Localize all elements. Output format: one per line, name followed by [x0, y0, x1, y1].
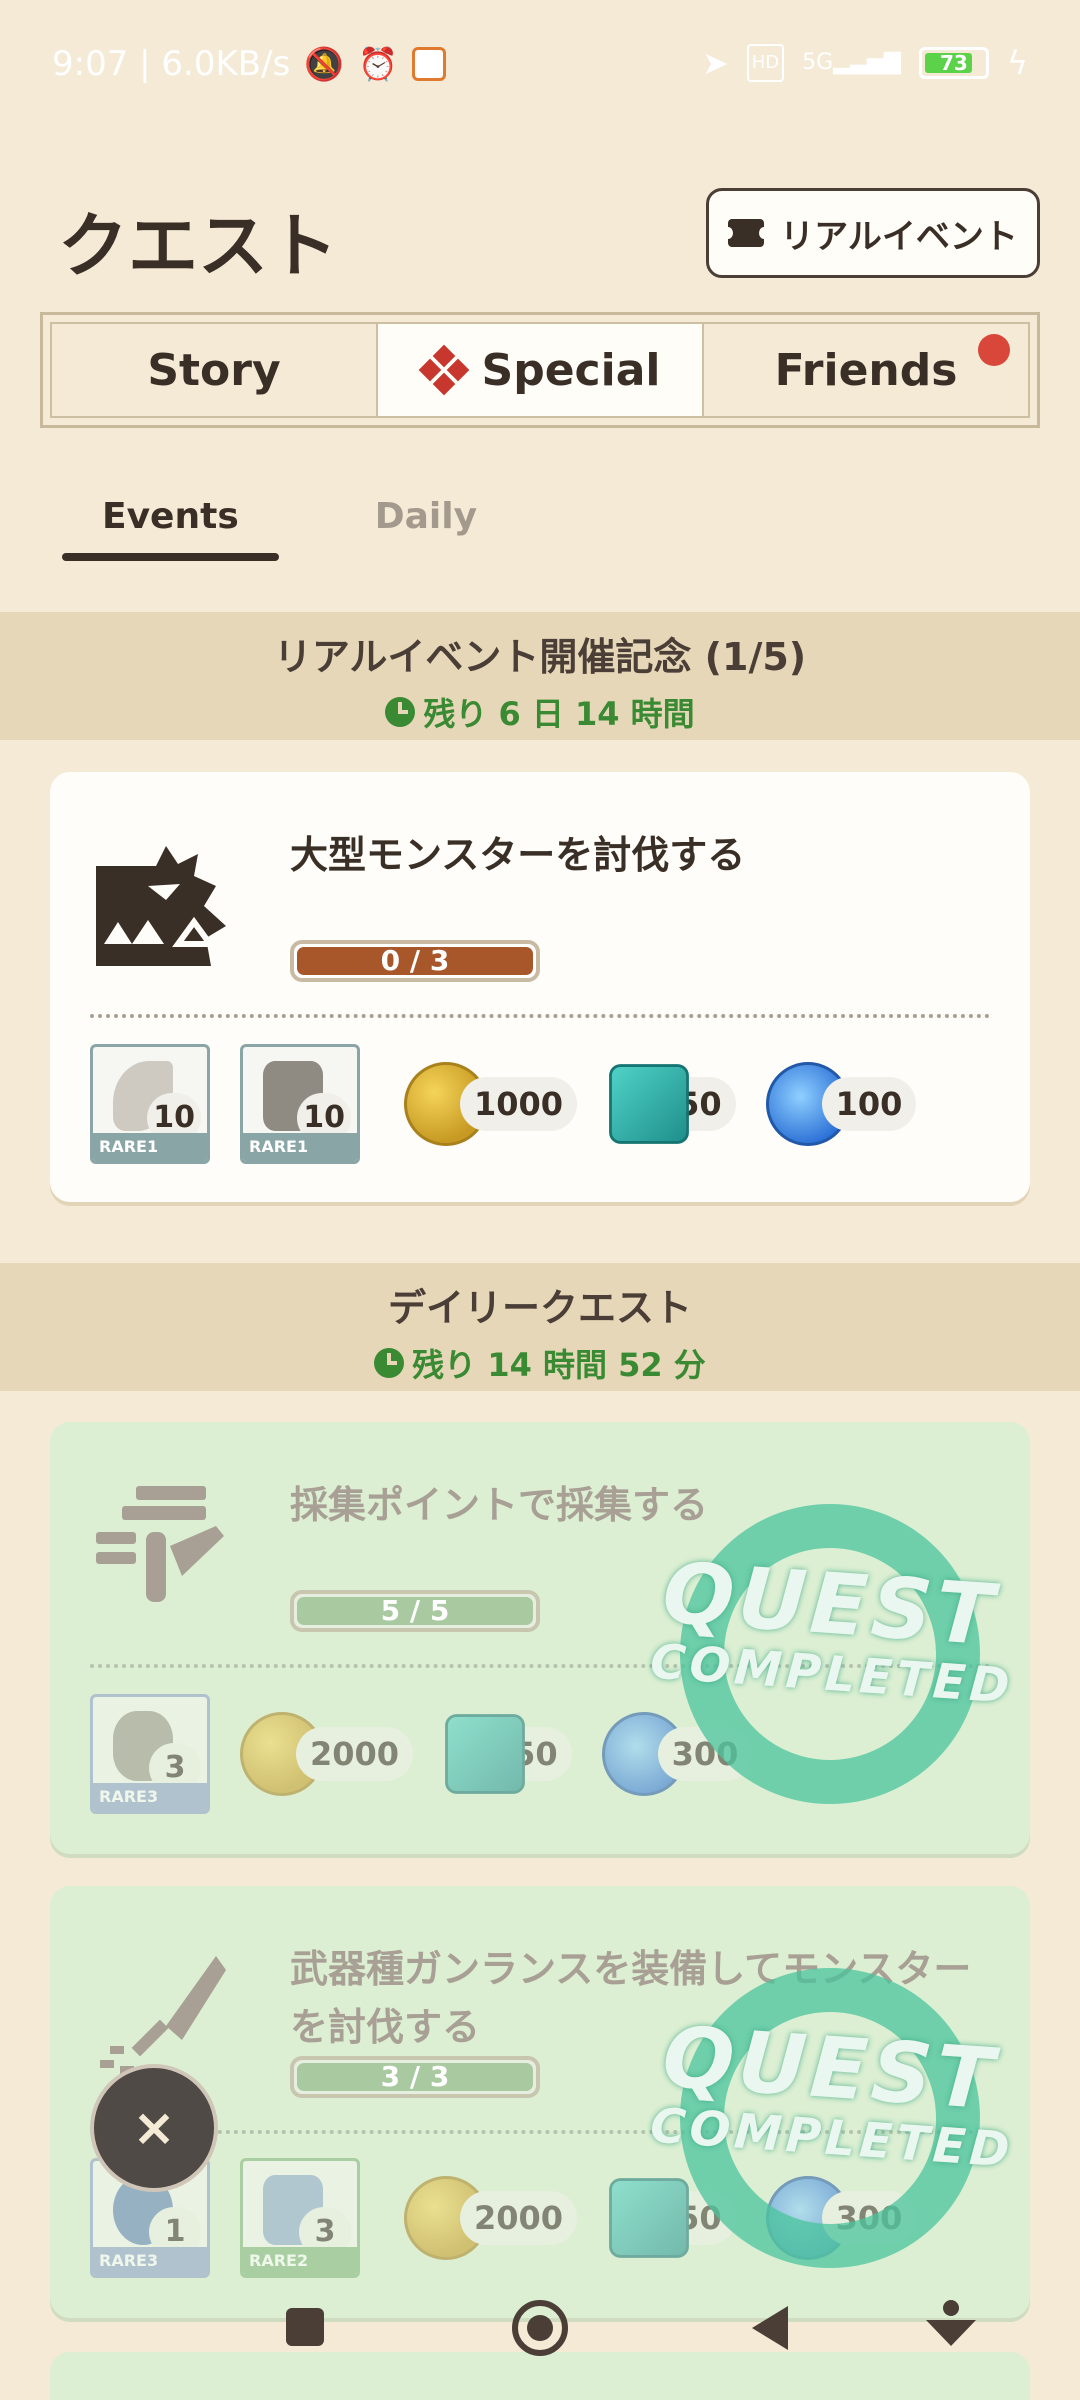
recents-button[interactable]: [286, 2308, 324, 2346]
currency-reward: 50: [607, 1059, 736, 1149]
clock-icon: [374, 1348, 405, 1378]
status-time: 9:07 | 6.0KB/s: [52, 44, 291, 84]
rarity-label: RARE2: [243, 2247, 357, 2275]
quest-card[interactable]: 大型モンスターを討伐する 0 / 3 10 RARE1 10 RARE1 100…: [50, 772, 1030, 1202]
gem-icon: [609, 2178, 689, 2258]
quest-progress-bar: 0 / 3: [290, 940, 540, 982]
quest-progress-bar: 5 / 5: [290, 1590, 540, 1632]
large-monster-icon: [96, 846, 226, 966]
location-icon: ➤: [701, 44, 729, 82]
currency-reward: 50: [443, 1709, 572, 1799]
currency-reward: 100: [765, 1059, 917, 1149]
special-emblem-icon: [418, 344, 469, 396]
subtab-daily[interactable]: Daily: [335, 490, 517, 561]
battery-icon: 73: [918, 47, 989, 79]
currency-reward: 2000: [240, 1709, 414, 1799]
home-button[interactable]: [512, 2300, 568, 2356]
currency-reward: 1000: [404, 1059, 578, 1149]
tab-story-label: Story: [147, 344, 281, 396]
charging-icon: ϟ: [1006, 44, 1028, 82]
clock-icon: [385, 697, 416, 727]
quest-card-completed[interactable]: 採集ポイントで採集する 5 / 5 3 RARE3 2000 50 300 QU…: [50, 1422, 1030, 1854]
section-header-event: リアルイベント開催記念 (1/5) 残り 6 日 14 時間: [0, 612, 1080, 740]
divider: [90, 1014, 990, 1018]
status-right: ➤ HD 5G▂▃▅▇ 73 ϟ: [702, 44, 1028, 82]
section-timer-text: 残り 6 日 14 時間: [423, 695, 695, 733]
ticket-icon: [723, 219, 770, 247]
currency-amount: 1000: [460, 1077, 578, 1131]
progress-text: 0 / 3: [380, 944, 450, 977]
section-timer: 残り 6 日 14 時間: [0, 689, 1080, 735]
status-bar: 9:07 | 6.0KB/s 🔕 ⏰ ➤ HD 5G▂▃▅▇ 73 ϟ: [0, 0, 1080, 130]
currency-amount: 2000: [460, 2191, 578, 2245]
quest-progress-bar: 3 / 3: [290, 2056, 540, 2098]
rewards-row: 3 RARE3 2000 50 300: [90, 1694, 753, 1814]
status-left: 9:07 | 6.0KB/s 🔕 ⏰: [52, 44, 446, 84]
hide-nav-button[interactable]: [926, 2300, 976, 2350]
currency-amount: 100: [821, 1077, 917, 1131]
page-title: クエスト: [58, 205, 338, 287]
system-nav-bar: [0, 2280, 1080, 2390]
quest-title: 大型モンスターを討伐する: [290, 833, 746, 877]
section-title: リアルイベント開催記念 (1/5): [273, 635, 807, 679]
rarity-label: RARE1: [93, 1133, 207, 1161]
tab-special[interactable]: Special: [376, 324, 704, 416]
battery-level: 73: [939, 51, 968, 75]
gathering-icon: [96, 1486, 224, 1602]
rarity-label: RARE3: [93, 1783, 207, 1811]
reward-item[interactable]: 3 RARE2: [240, 2158, 360, 2278]
close-fab-button[interactable]: ×: [90, 2064, 218, 2192]
gem-icon: [609, 1064, 689, 1144]
subtab-events[interactable]: Events: [62, 490, 279, 561]
gem-icon: [445, 1714, 525, 1794]
back-button[interactable]: [752, 2306, 788, 2350]
section-title: デイリークエスト: [387, 1286, 692, 1330]
notification-dot: [978, 334, 1010, 366]
mute-icon: 🔕: [304, 45, 345, 83]
currency-reward: 2000: [404, 2173, 578, 2263]
currency-amount: 2000: [296, 1727, 414, 1781]
section-timer: 残り 14 時間 52 分: [0, 1340, 1080, 1386]
tab-story[interactable]: Story: [52, 324, 376, 416]
reward-item[interactable]: 10 RARE1: [240, 1044, 360, 1164]
tab-friends-label: Friends: [774, 344, 958, 396]
tab-special-label: Special: [481, 344, 661, 396]
section-timer-text: 残り 14 時間 52 分: [412, 1346, 706, 1384]
reward-item[interactable]: 10 RARE1: [90, 1044, 210, 1164]
main-tabs: Story Special Friends: [40, 312, 1040, 428]
main-tabs-inner: Story Special Friends: [50, 322, 1030, 418]
reward-item[interactable]: 3 RARE3: [90, 1694, 210, 1814]
progress-text: 5 / 5: [380, 1594, 450, 1627]
section-header-daily: デイリークエスト 残り 14 時間 52 分: [0, 1263, 1080, 1391]
real-event-button[interactable]: リアルイベント: [706, 188, 1040, 278]
sub-tabs: Events Daily: [62, 490, 517, 561]
rarity-label: RARE1: [243, 1133, 357, 1161]
tab-friends[interactable]: Friends: [704, 324, 1028, 416]
real-event-button-label: リアルイベント: [780, 216, 1018, 257]
alarm-icon: ⏰: [358, 45, 398, 83]
progress-text: 3 / 3: [380, 2060, 450, 2093]
signal-5g-icon: 5G▂▃▅▇: [802, 50, 901, 75]
app-notification-icon: [411, 47, 446, 81]
volte-icon: HD: [746, 44, 785, 82]
rewards-row: 10 RARE1 10 RARE1 1000 50 100: [90, 1044, 917, 1164]
rarity-label: RARE3: [93, 2247, 207, 2275]
